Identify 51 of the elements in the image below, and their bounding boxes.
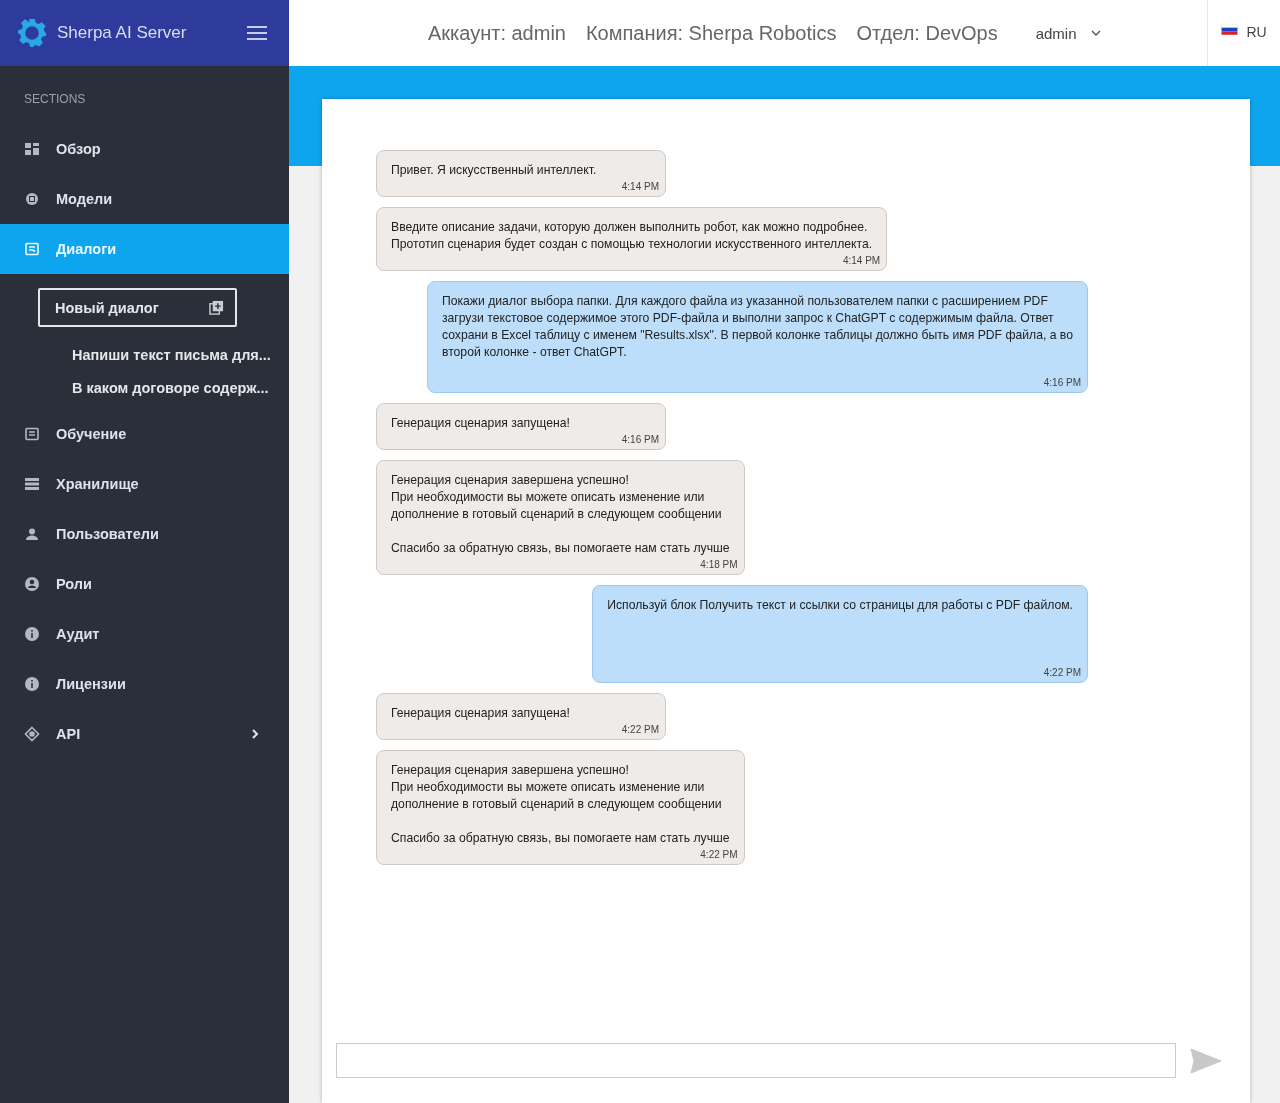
message-text: Генерация сценария запущена! xyxy=(391,705,571,722)
message-text: Введите описание задачи, которую должен выполнить робот, как можно подробнее. Прототип сценария будет создан с помощью технологии искусственного интеллекта. xyxy=(391,219,874,253)
list-icon xyxy=(24,426,40,442)
user-icon xyxy=(24,526,40,542)
info-icon xyxy=(24,626,40,642)
menu-icon[interactable] xyxy=(247,26,267,40)
dialog-list-item[interactable]: В каком договоре содерж... xyxy=(0,376,289,409)
message-time: 4:22 PM xyxy=(1043,666,1081,678)
nav-item[interactable]: Модели xyxy=(0,174,289,224)
nav-item[interactable]: Обзор xyxy=(0,124,289,174)
chevron-down-icon xyxy=(1090,30,1101,36)
dialog-icon xyxy=(24,241,40,257)
message-text: Привет. Я искусственный интеллект. xyxy=(391,162,598,179)
nav-item[interactable]: Пользователи xyxy=(0,509,289,559)
message-time: 4:22 PM xyxy=(621,723,659,735)
message-text: Генерация сценария завершена успешно! При необходимости вы можете описать изменение или дополнение в готовый сценарий в следующем сообщении Спасибо за обратную связь, вы помогаете нам стать лучше xyxy=(391,472,731,557)
message-time: 4:14 PM xyxy=(842,254,881,266)
message-text: Генерация сценария завершена успешно! При необходимости вы можете описать изменение или дополнение в готовый сценарий в следующем сообщении Спасибо за обратную связь, вы помогаете нам стать лучше xyxy=(391,762,731,847)
app-title: Sherpa AI Server xyxy=(57,23,188,43)
nav-item[interactable]: API xyxy=(0,709,289,759)
message-time: 4:14 PM xyxy=(621,180,659,192)
nav-item[interactable]: Аудит xyxy=(0,609,289,659)
send-icon[interactable] xyxy=(1190,1047,1222,1074)
dialog-list-item[interactable]: Напиши текст письма для... xyxy=(0,343,289,376)
message-input[interactable] xyxy=(336,1043,1176,1078)
chip-icon xyxy=(24,191,40,207)
nav-item[interactable]: Хранилище xyxy=(0,459,289,509)
nav-item[interactable]: Обучение xyxy=(0,409,289,459)
account-circle-icon xyxy=(24,576,40,592)
message-time: 4:18 PM xyxy=(700,558,738,570)
dashboard-icon xyxy=(24,141,40,157)
message-text: Используй блок Получить текст и ссылки со страницы для работы с PDF файлом. xyxy=(607,597,1074,614)
message-text: Покажи диалог выбора папки. Для каждого файла из указанной пользователем папки с расширением PDF загрузи текстовое содержимое этого PDF-файла и выполни запрос к ChatGPT с содержимым файла. Ответ сохрани в Excel таблицу с именем "Results.xlsx". В первой колонке таблицы должно быть имя PDF файла, а во второй колонке - ответ ChatGPT. xyxy=(441,293,1074,361)
gear-logo-icon xyxy=(17,18,47,48)
account-label: Аккаунт: admin xyxy=(428,21,566,45)
storage-icon xyxy=(24,476,40,492)
message-time: 4:22 PM xyxy=(700,848,738,860)
flag-icon xyxy=(1221,24,1239,35)
company-label: Компания: Sherpa Robotics xyxy=(585,21,837,45)
api-icon xyxy=(24,726,40,742)
section-label: SECTIONS xyxy=(23,91,87,108)
new-dialog-button[interactable]: Новый диалог xyxy=(38,288,237,327)
nav-item[interactable]: Роли xyxy=(0,559,289,609)
user-menu[interactable]: admin xyxy=(1035,24,1101,42)
message-text: Генерация сценария запущена! xyxy=(391,415,571,432)
add-copy-icon xyxy=(209,300,224,315)
nav-item[interactable]: Лицензии xyxy=(0,659,289,709)
message-time: 4:16 PM xyxy=(1043,376,1081,388)
info-icon xyxy=(24,676,40,692)
department-label: Отдел: DevOps xyxy=(856,21,998,45)
message-time: 4:16 PM xyxy=(621,433,659,445)
